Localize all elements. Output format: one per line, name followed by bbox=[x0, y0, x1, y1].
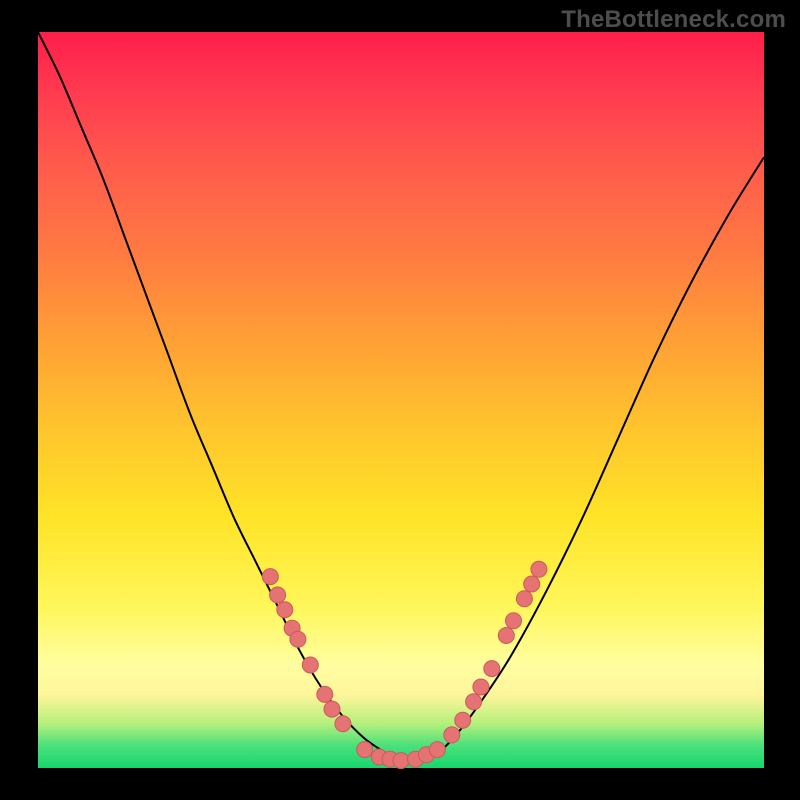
chart-svg bbox=[38, 32, 764, 768]
data-marker bbox=[262, 569, 278, 585]
data-marker bbox=[498, 628, 514, 644]
watermark-text: TheBottleneck.com bbox=[561, 6, 786, 34]
data-marker bbox=[455, 712, 471, 728]
data-marker bbox=[524, 576, 540, 592]
bottleneck-curve bbox=[38, 32, 764, 762]
data-marker bbox=[531, 561, 547, 577]
data-marker bbox=[317, 686, 333, 702]
plot-area bbox=[38, 32, 764, 768]
data-marker bbox=[290, 631, 306, 647]
data-marker bbox=[270, 587, 286, 603]
data-marker bbox=[484, 661, 500, 677]
data-marker bbox=[302, 657, 318, 673]
data-marker bbox=[429, 742, 445, 758]
data-marker bbox=[506, 613, 522, 629]
data-marker bbox=[516, 591, 532, 607]
data-marker bbox=[324, 701, 340, 717]
data-marker bbox=[277, 602, 293, 618]
data-marker bbox=[473, 679, 489, 695]
data-marker bbox=[335, 716, 351, 732]
data-marker bbox=[466, 694, 482, 710]
chart-frame: TheBottleneck.com bbox=[0, 0, 800, 800]
curve-markers bbox=[262, 561, 547, 768]
data-marker bbox=[444, 727, 460, 743]
data-marker bbox=[393, 753, 409, 769]
data-marker bbox=[357, 742, 373, 758]
